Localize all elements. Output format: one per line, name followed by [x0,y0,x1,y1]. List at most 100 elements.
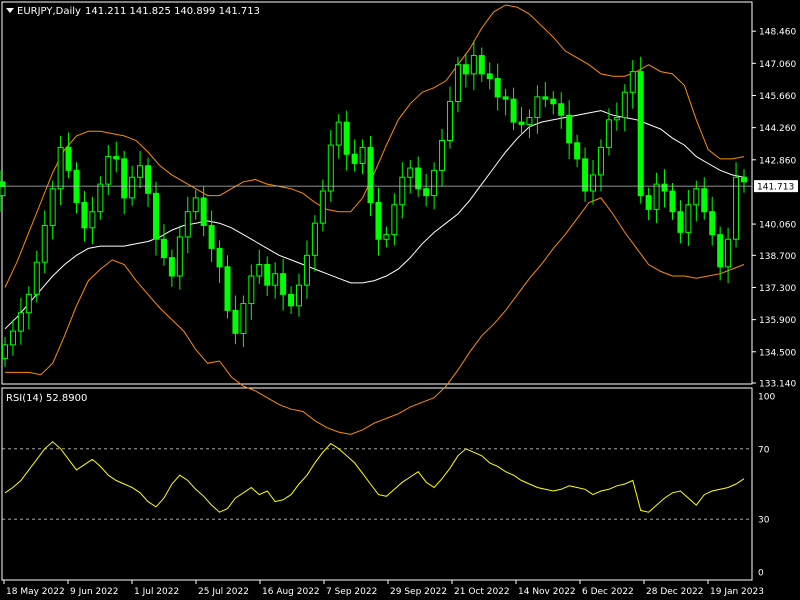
candle-body [49,188,56,226]
candle-body [288,293,295,307]
price-tick-label: 134.500 [759,348,796,358]
candle-body [2,344,8,360]
price-tick-label: 135.900 [759,316,796,326]
candle-body [693,188,700,206]
ohlc-label: 141.211 141.825 140.899 141.713 [85,6,260,17]
candle-body [494,77,501,98]
candle-body [296,284,303,307]
candle-body [510,98,517,123]
time-tick-label: 21 Oct 2022 [454,587,510,597]
candle-body [415,167,422,190]
candle-body [0,185,6,197]
candle-body [439,139,446,171]
time-tick-label: 25 Jul 2022 [198,587,249,597]
candle-body [272,273,279,286]
candle-body [216,247,223,268]
candle-body [717,234,724,268]
time-tick-label: 9 Jun 2022 [70,587,118,597]
time-tick-label: 14 Nov 2022 [518,587,576,597]
candle-body [661,183,668,192]
candle-body [462,64,469,75]
candle-body [359,146,366,164]
candle-body [423,188,430,197]
candle-body [454,64,461,102]
candle-body [653,183,660,210]
candle-body [375,201,382,240]
rsi-tick-label: 30 [758,516,770,526]
candle-body [200,197,207,226]
price-tick-label: 144.260 [759,124,796,134]
current-price-label: 141.713 [757,183,794,193]
candle-body [232,309,239,334]
candle-body [351,153,358,164]
candle-body [725,238,732,268]
candle-body [470,55,477,75]
rsi-tick-label: 70 [758,445,770,455]
candle-body [502,96,509,100]
candle-body [407,167,414,178]
candle-body [566,114,573,144]
candle-body [391,204,398,236]
candle-body [25,293,32,314]
candle-body [574,142,581,160]
candle-body [709,211,716,236]
candle-body [446,100,453,141]
candle-body [542,96,549,100]
candle-body [168,257,175,277]
time-tick-label: 28 Dec 2022 [646,587,704,597]
candle-body [590,174,597,192]
candle-body [637,71,644,197]
candle-body [264,264,271,286]
price-tick-label: 140.060 [759,221,796,231]
candle-body [526,117,533,125]
background [0,0,800,600]
candle-body [192,197,199,213]
candle-body [677,211,684,233]
time-tick-label: 18 May 2022 [6,587,65,597]
candle-body [240,303,247,334]
candle-body [605,119,612,148]
candle-body [17,312,24,332]
price-tick-label: 138.700 [759,252,796,262]
candle-body [701,188,708,213]
candle-body [518,121,525,125]
candle-body [621,91,628,119]
candle-body [81,201,88,229]
candle-body [613,117,620,121]
candle-body [280,273,287,295]
candle-body [669,190,676,213]
time-tick-label: 19 Jan 2023 [710,587,764,597]
candle-body [383,234,390,240]
candle-body [224,266,231,311]
candle-body [486,73,493,79]
candle-body [327,144,334,192]
candle-body [399,176,406,206]
candle-body [558,103,565,116]
candle-body [208,224,215,249]
rsi-tick-label: 100 [758,393,775,403]
rsi-header: RSI(14) 52.8900 [6,393,87,404]
candle-body [9,330,16,346]
candle-body [65,146,72,171]
candle-body [248,275,255,305]
candle-body [41,224,48,263]
price-tick-label: 142.860 [759,156,796,166]
candle-body [184,211,191,238]
time-tick-label: 6 Dec 2022 [582,587,634,597]
candle-body [89,211,96,229]
candle-body [597,146,604,176]
symbol-label: EURJPY,Daily [17,6,81,17]
price-tick-label: 147.060 [759,60,796,70]
candle-body [550,98,557,105]
candle-body [256,264,263,277]
rsi-tick-label: 0 [758,569,764,579]
candle-body [431,169,438,197]
price-tick-label: 148.460 [759,28,796,38]
time-tick-label: 29 Sep 2022 [390,587,447,597]
candle-body [113,156,120,160]
candle-body [685,204,692,233]
candle-body [152,192,159,240]
candle-body [160,238,167,259]
candle-body [319,190,326,224]
candle-body [137,165,144,178]
